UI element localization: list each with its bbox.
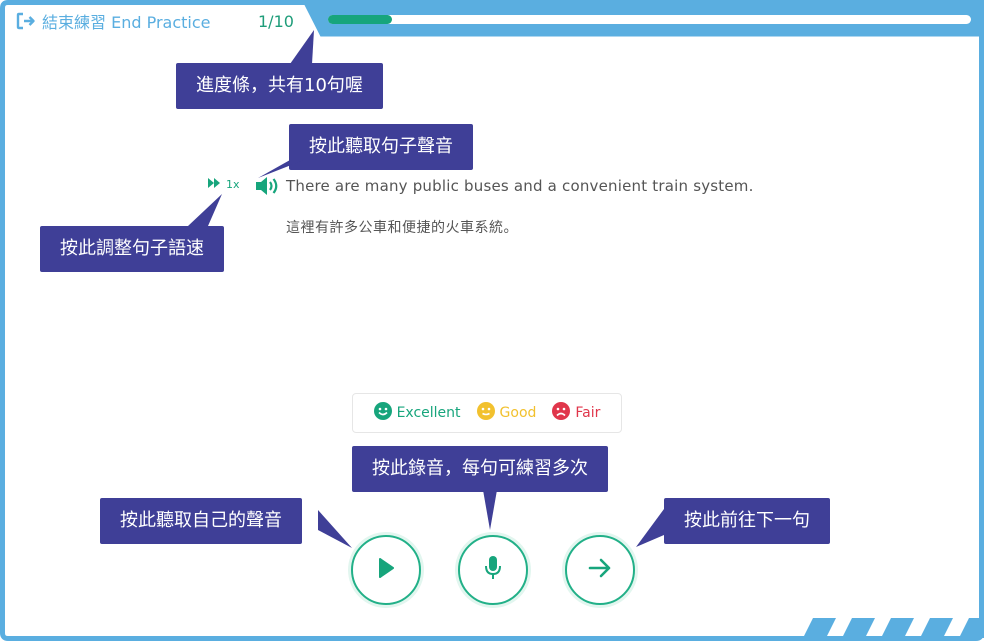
legend-fair: Fair xyxy=(552,402,600,424)
tooltip-next-pointer xyxy=(636,509,664,547)
tooltip-next-text: 按此前往下一句 xyxy=(684,510,810,531)
tooltip-playback-text: 按此聽取自己的聲音 xyxy=(120,510,282,531)
tooltip-progress: 進度條，共有10句喔 xyxy=(176,63,383,109)
tooltip-record-pointer xyxy=(483,490,497,530)
end-practice-button[interactable]: 結束練習 End Practice xyxy=(16,10,211,32)
tooltip-record: 按此錄音，每句可練習多次 xyxy=(352,446,608,492)
tooltip-playback: 按此聽取自己的聲音 xyxy=(100,498,302,544)
legend-good-label: Good xyxy=(499,405,537,421)
tooltip-listen-sentence: 按此聽取句子聲音 xyxy=(289,124,473,170)
corner-stripes xyxy=(803,618,984,638)
tooltip-speed: 按此調整句子語速 xyxy=(40,226,224,272)
progress-counter: 1/10 xyxy=(258,12,294,31)
neutral-face-icon xyxy=(476,402,495,424)
progress-bar xyxy=(328,15,971,24)
tooltip-listen-sentence-text: 按此聽取句子聲音 xyxy=(309,136,453,157)
speaker-icon xyxy=(255,177,283,201)
end-practice-label: 結束練習 End Practice xyxy=(42,13,211,32)
exit-arrow-icon xyxy=(16,12,36,30)
arrow-right-icon xyxy=(588,558,612,582)
play-recording-button[interactable] xyxy=(351,535,421,605)
tooltip-progress-text: 進度條，共有10句喔 xyxy=(196,75,363,96)
microphone-icon xyxy=(484,555,502,585)
speed-label: 1x xyxy=(226,178,240,191)
fast-forward-icon xyxy=(208,178,222,191)
tooltip-record-text: 按此錄音，每句可練習多次 xyxy=(372,458,588,479)
sentence-chinese: 這裡有許多公車和便捷的火車系統。 xyxy=(286,220,518,236)
tooltip-playback-pointer xyxy=(318,510,352,548)
play-sentence-button[interactable] xyxy=(255,175,283,201)
speed-control[interactable]: 1x xyxy=(208,178,240,191)
smile-face-icon xyxy=(373,402,392,424)
progress-fill xyxy=(328,15,393,24)
tooltip-next: 按此前往下一句 xyxy=(664,498,830,544)
sad-face-icon xyxy=(552,402,571,424)
next-sentence-button[interactable] xyxy=(565,535,635,605)
legend-good: Good xyxy=(476,402,537,424)
legend-fair-label: Fair xyxy=(575,405,601,421)
legend-excellent: Excellent xyxy=(373,402,461,424)
score-legend: Excellent Good Fair xyxy=(352,393,622,433)
record-button[interactable] xyxy=(458,535,528,605)
play-icon xyxy=(376,557,396,583)
tooltip-progress-pointer xyxy=(290,30,314,64)
sentence-english: There are many public buses and a conven… xyxy=(286,177,754,195)
tooltip-speed-pointer xyxy=(188,194,222,226)
tooltip-speed-text: 按此調整句子語速 xyxy=(60,238,204,259)
legend-excellent-label: Excellent xyxy=(396,405,461,421)
